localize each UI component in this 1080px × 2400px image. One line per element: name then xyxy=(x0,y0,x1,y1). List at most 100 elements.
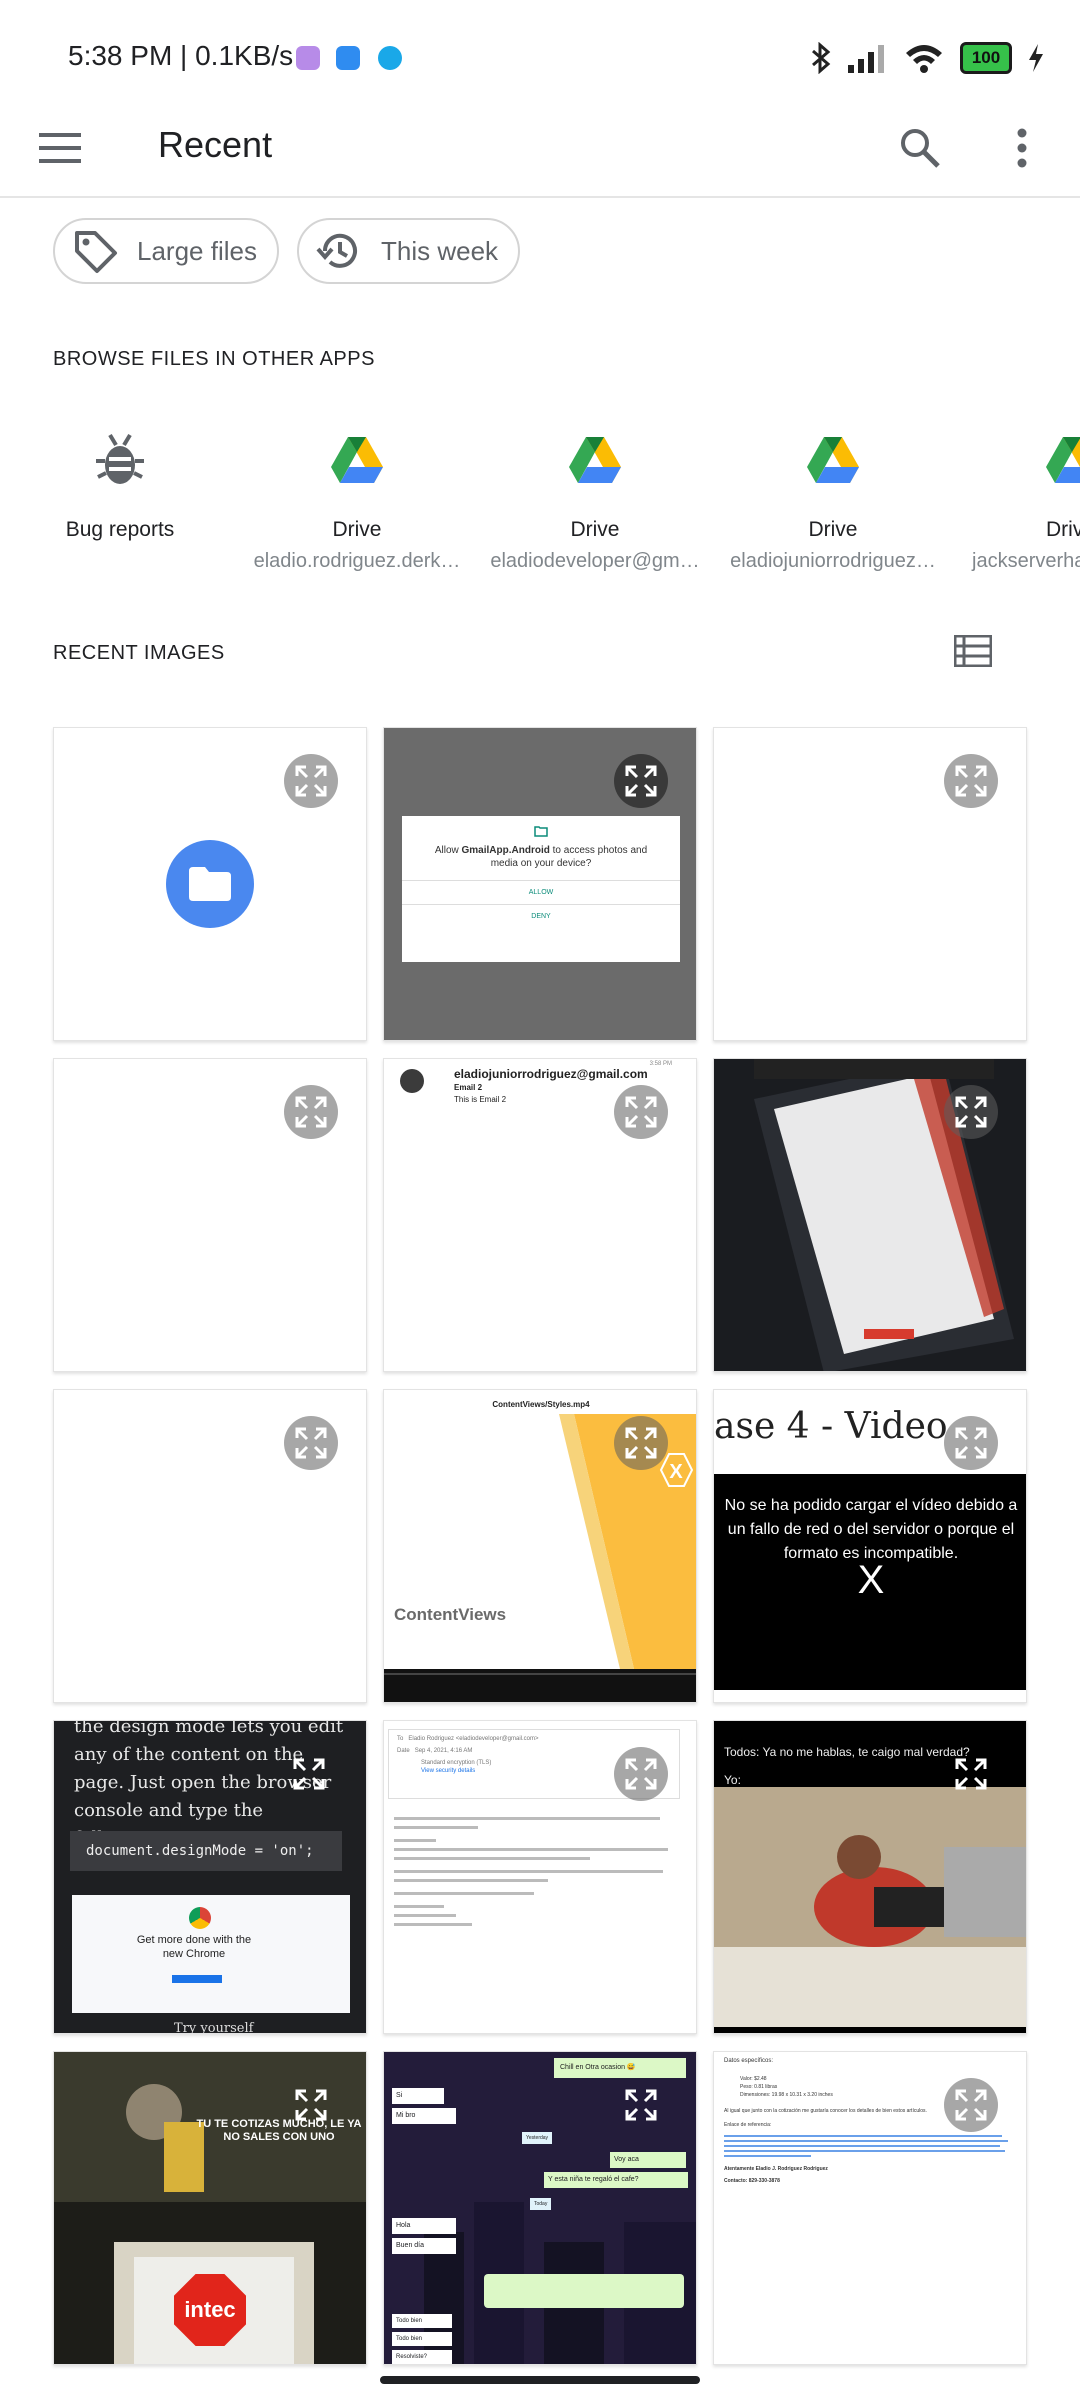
video-file-name: ContentViews/Styles.mp4 xyxy=(492,1400,590,1409)
chat-bottom-1: Todo bien xyxy=(392,2314,452,2328)
image-tile-blank-1[interactable] xyxy=(713,727,1027,1041)
status-bar: 5:38 PM | 0.1KB/s 100 xyxy=(0,0,1080,100)
chat-bottom-3: Resolviste? xyxy=(392,2350,452,2364)
image-tile-blank-3[interactable] xyxy=(53,1389,367,1703)
expand-icon[interactable] xyxy=(614,1747,668,1801)
promo-button xyxy=(172,1975,222,1983)
hamburger-menu-icon[interactable] xyxy=(30,118,90,178)
image-tile-phone-photo[interactable] xyxy=(713,1058,1027,1372)
doc-bullet-2: Peso: 0.81 libras xyxy=(740,2084,778,2090)
app-drive-2[interactable]: Drive eladiodeveloper@gm… xyxy=(475,420,715,573)
chat-bottom-2: Todo bien xyxy=(392,2332,452,2346)
section-browse-header: BROWSE FILES IN OTHER APPS xyxy=(53,348,375,370)
image-tile-permission-dialog[interactable]: Allow GmailApp.Android to access photos … xyxy=(383,727,697,1041)
notification-icon-3 xyxy=(378,46,402,70)
app-bar: Recent xyxy=(0,100,1080,198)
expand-icon[interactable] xyxy=(944,1747,998,1801)
expand-icon[interactable] xyxy=(944,1416,998,1470)
app-bug-reports[interactable]: Bug reports xyxy=(0,420,240,542)
google-drive-icon xyxy=(569,437,621,483)
expand-icon[interactable] xyxy=(614,1416,668,1470)
app-account: eladiodeveloper@gm… xyxy=(490,550,700,572)
image-tile-document[interactable]: Datos específicos: Valor: $2.48 Peso: 0.… xyxy=(713,2051,1027,2365)
expand-icon[interactable] xyxy=(284,754,338,808)
deny-label: DENY xyxy=(531,913,551,920)
app-account: jackserverha xyxy=(972,550,1080,572)
expand-icon[interactable] xyxy=(614,2078,668,2132)
status-time: 5:38 PM | 0.1KB/s xyxy=(68,40,294,71)
chat-msg-1: Si xyxy=(392,2088,444,2104)
chip-label: Large files xyxy=(137,235,257,266)
expand-icon[interactable] xyxy=(944,2078,998,2132)
expand-icon[interactable] xyxy=(282,1747,336,1801)
image-tile-files-icon[interactable] xyxy=(53,727,367,1041)
chrome-icon xyxy=(189,1907,211,1929)
chip-this-week[interactable]: This week xyxy=(297,218,520,284)
email-sender: eladiojuniorrodriguez@gmail.com xyxy=(454,1067,648,1081)
chat-msg-5: Hola xyxy=(392,2218,456,2234)
search-icon[interactable] xyxy=(890,118,950,178)
list-view-icon[interactable] xyxy=(948,626,998,676)
image-tile-video-error[interactable]: ase 4 - Video No se ha podido cargar el … xyxy=(713,1389,1027,1703)
expand-icon[interactable] xyxy=(284,1416,338,1470)
meme-caption-2: Yo: xyxy=(724,1773,741,1787)
wifi-icon xyxy=(906,45,942,73)
chip-large-files[interactable]: Large files xyxy=(53,218,279,284)
image-tile-meme[interactable]: Todos: Ya no me hablas, te caigo mal ver… xyxy=(713,1720,1027,2034)
meme-photo xyxy=(714,1787,1026,2027)
chrome-promo: Get more done with the new Chrome xyxy=(72,1895,350,2013)
doc-line: Al igual que junto con la cotización me … xyxy=(724,2108,927,2114)
app-name: Drive xyxy=(1046,518,1080,541)
article-footer: Try yourself xyxy=(174,2021,254,2034)
expand-icon[interactable] xyxy=(614,754,668,808)
image-tile-article[interactable]: the design mode lets you edit any of the… xyxy=(53,1720,367,2034)
chat-msg-4: Y esta niña te regaló el cafe? xyxy=(544,2172,688,2188)
tag-icon xyxy=(75,231,117,273)
image-tile-mail-details[interactable]: To Eladio Rodriguez <eladiodeveloper@gma… xyxy=(383,1720,697,2034)
app-drive-3[interactable]: Drive eladiojuniorrodriguez… xyxy=(713,420,953,573)
video-error-panel: No se ha podido cargar el vídeo debido a… xyxy=(714,1474,1026,1690)
gesture-navigation-bar[interactable] xyxy=(380,2376,700,2384)
expand-icon[interactable] xyxy=(944,1085,998,1139)
chat-date-2: Today xyxy=(530,2198,552,2210)
date-value: Sep 4, 2021, 4:16 AM xyxy=(414,1748,473,1754)
more-vert-icon[interactable] xyxy=(992,118,1052,178)
chrome-promo-text: Get more done with the new Chrome xyxy=(136,1934,252,1960)
doc-bullet-1: Valor: $2.48 xyxy=(740,2076,767,2082)
app-name: Bug reports xyxy=(65,518,175,541)
app-account: eladio.rodriguez.derk… xyxy=(253,550,461,572)
page-title: Recent xyxy=(158,124,273,165)
video-error-message: No se ha podido cargar el vídeo debido a… xyxy=(724,1497,1018,1562)
svg-text:X: X xyxy=(669,1461,683,1483)
section-recent-header: RECENT IMAGES xyxy=(53,642,225,664)
image-tile-blank-2[interactable] xyxy=(53,1058,367,1372)
app-drive-4[interactable]: Drive jackserverha xyxy=(952,420,1080,573)
expand-icon[interactable] xyxy=(614,1085,668,1139)
notification-icon-2 xyxy=(336,46,360,70)
app-drive-1[interactable]: Drive eladio.rodriguez.derk… xyxy=(237,420,477,573)
expand-icon[interactable] xyxy=(284,2078,338,2132)
chat-top-message: Chill en Otra ocasion 😅 xyxy=(554,2058,686,2078)
doc-ref: Enlace de referencia: xyxy=(724,2122,772,2128)
expand-icon[interactable] xyxy=(944,754,998,808)
video-error-x: X xyxy=(857,1558,885,1602)
signal-icon xyxy=(848,45,884,73)
video-error-title: ase 4 - Video xyxy=(714,1406,948,1447)
battery-indicator: 100 xyxy=(960,42,1012,74)
image-tile-video-contentviews[interactable]: ContentViews/Styles.mp4 X ContentViews xyxy=(383,1389,697,1703)
google-drive-icon xyxy=(1046,437,1080,483)
chat-msg-2: Mi bro xyxy=(392,2108,456,2124)
email-body: This is Email 2 xyxy=(454,1095,507,1104)
app-name: Drive xyxy=(570,518,620,541)
google-drive-icon xyxy=(807,437,859,483)
image-tile-meme-intec[interactable]: TU TE COTIZAS MUCHO, LE YA NO SALES CON … xyxy=(53,2051,367,2365)
image-tile-chat[interactable]: Chill en Otra ocasion 😅 Si Mi bro Yester… xyxy=(383,2051,697,2365)
intec-logo: intec xyxy=(174,2274,246,2346)
history-icon xyxy=(316,233,357,268)
expand-icon[interactable] xyxy=(284,1085,338,1139)
article-code: document.designMode = 'on'; xyxy=(70,1831,342,1871)
status-icons: 100 xyxy=(810,40,1044,76)
chat-msg-6: Buen día xyxy=(392,2238,456,2254)
allow-label: ALLOW xyxy=(528,889,554,896)
image-tile-email[interactable]: eladiojuniorrodriguez@gmail.com 3:58 PM … xyxy=(383,1058,697,1372)
